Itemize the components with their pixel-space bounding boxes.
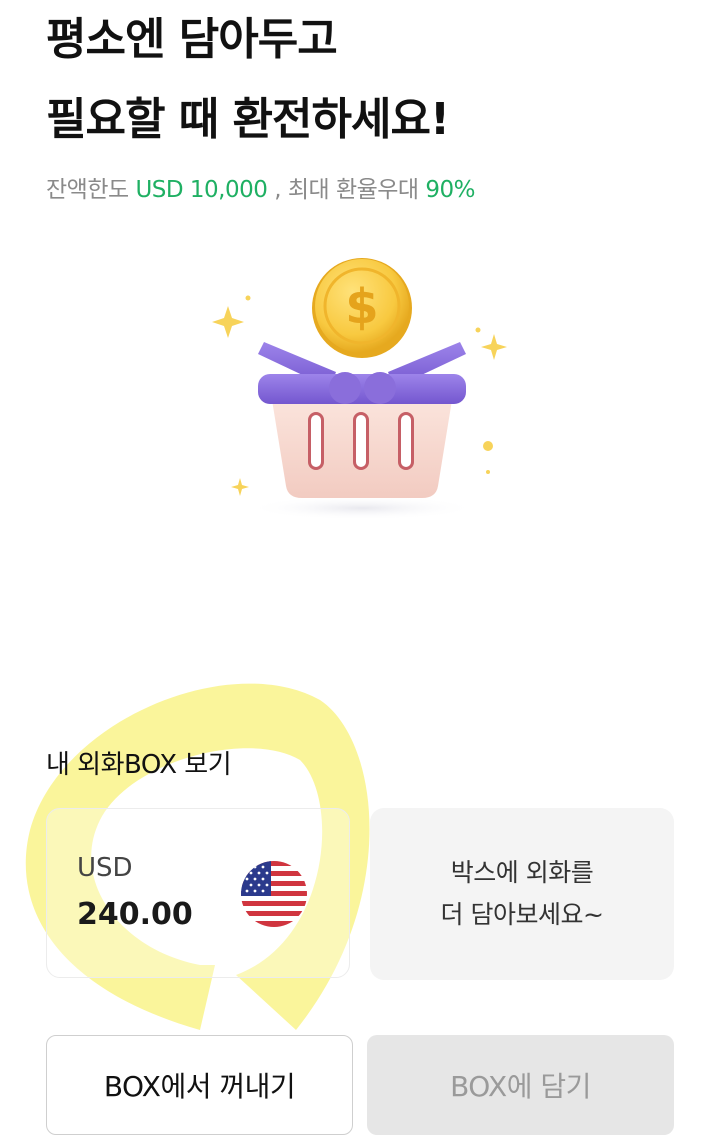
sparkle-dot <box>486 470 490 474</box>
limit-info: 잔액한도 USD 10,000 , 최대 환율우대 90% <box>46 170 476 204</box>
headline-line-1: 평소엔 담아두고 <box>46 14 338 65</box>
currency-amount: 240.00 <box>77 897 193 932</box>
sparkle-icon <box>231 478 249 496</box>
page-headline: 평소엔 담아두고 필요할 때 환전하세요! <box>46 0 450 160</box>
rate-value: 90% <box>425 177 476 203</box>
promo-line-2: 더 담아보세요~ <box>440 900 604 929</box>
promo-line-1: 박스에 외화를 <box>450 858 594 887</box>
sparkle-dot <box>475 327 481 333</box>
us-flag-icon <box>241 861 307 927</box>
rate-label: , 최대 환율우대 <box>267 177 426 203</box>
currency-balance-card[interactable]: USD 240.00 <box>46 808 350 978</box>
sparkle-dot <box>483 441 493 451</box>
sparkle-dot <box>245 295 251 301</box>
basket-with-dollar-coin-icon: $ <box>212 258 507 520</box>
add-currency-promo-card[interactable]: 박스에 외화를 더 담아보세요~ <box>370 808 674 980</box>
limit-value: USD 10,000 <box>135 177 268 203</box>
limit-label: 잔액한도 <box>46 177 136 203</box>
coin-symbol: $ <box>345 279 378 335</box>
headline-line-2: 필요할 때 환전하세요! <box>46 94 450 145</box>
put-in-box-button[interactable]: BOX에 담기 <box>367 1035 674 1135</box>
currency-code: USD <box>77 853 133 883</box>
sparkle-icon <box>212 306 244 338</box>
take-out-from-box-button[interactable]: BOX에서 꺼내기 <box>46 1035 353 1135</box>
fx-box-title: 내 외화BOX 보기 <box>46 750 232 780</box>
sparkle-icon <box>481 334 507 360</box>
